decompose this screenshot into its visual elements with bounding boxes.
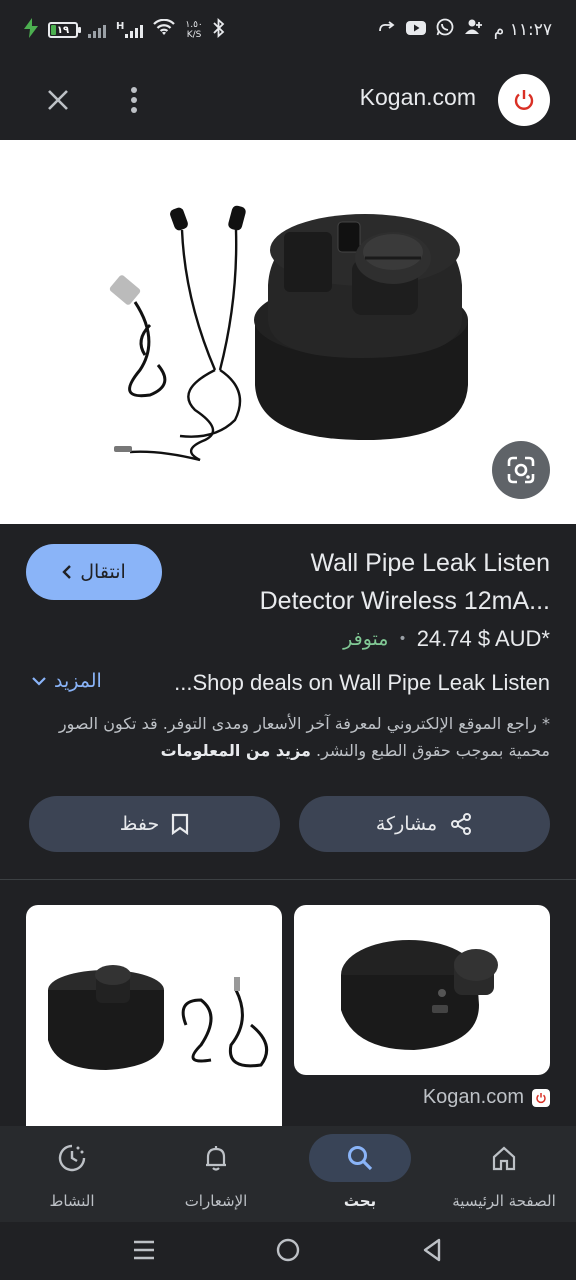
more-label: المزيد bbox=[54, 670, 102, 692]
more-info-link[interactable]: مزيد من المعلومات bbox=[161, 741, 311, 760]
visit-button[interactable]: انتقال bbox=[26, 544, 162, 600]
clock-time: ١١:٢٧ م bbox=[493, 19, 552, 40]
home-icon bbox=[492, 1146, 516, 1171]
nav-search-icon-wrap bbox=[309, 1134, 411, 1182]
related-source-logo bbox=[532, 1088, 550, 1107]
lens-icon bbox=[507, 456, 535, 484]
bluetooth-icon bbox=[213, 17, 225, 42]
related-source[interactable]: Kogan.com bbox=[423, 1086, 550, 1109]
charging-icon bbox=[24, 18, 38, 42]
nav-activity[interactable]: النشاط bbox=[0, 1126, 144, 1222]
chevron-left-icon bbox=[62, 565, 72, 579]
status-bar: ١٩ H ١.٥٠ K/S ١١:٢٧ م bbox=[0, 0, 576, 60]
bookmark-icon bbox=[172, 813, 189, 835]
home-circle-icon bbox=[276, 1238, 300, 1262]
bell-icon bbox=[206, 1146, 226, 1171]
google-lens-button[interactable] bbox=[492, 441, 550, 499]
nav-home-label: الصفحة الرئيسية bbox=[452, 1192, 556, 1210]
link-notification-icon bbox=[378, 20, 396, 40]
person-add-icon bbox=[464, 18, 484, 41]
recents-icon bbox=[134, 1240, 154, 1260]
system-navigation bbox=[0, 1222, 576, 1280]
speed-unit: K/S bbox=[186, 30, 202, 40]
nav-notifications[interactable]: الإشعارات bbox=[144, 1126, 288, 1222]
section-divider bbox=[0, 879, 576, 880]
more-options-button[interactable] bbox=[114, 80, 154, 120]
close-button[interactable] bbox=[38, 80, 78, 120]
signal-bars-sim2-icon bbox=[125, 22, 144, 38]
nav-activity-label: النشاط bbox=[49, 1192, 95, 1210]
save-label: حفظ bbox=[119, 813, 160, 835]
youtube-icon bbox=[405, 20, 426, 40]
related-image-2 bbox=[48, 965, 269, 1070]
share-icon bbox=[451, 813, 472, 835]
power-logo-icon bbox=[536, 1092, 546, 1103]
speed-value: ١.٥٠ bbox=[185, 20, 203, 30]
product-title: Wall Pipe Leak Listen ...Detector Wirele… bbox=[220, 544, 550, 620]
power-logo-icon bbox=[514, 90, 534, 110]
share-button[interactable]: مشاركة bbox=[299, 796, 550, 852]
product-title-line2: ...Detector Wireless 12mA bbox=[259, 587, 550, 615]
back-button[interactable] bbox=[412, 1232, 452, 1268]
app-bar: Kogan.com bbox=[0, 60, 576, 140]
site-title: Kogan.com bbox=[359, 84, 476, 110]
chevron-down-icon bbox=[32, 677, 46, 686]
battery-level: ١٩ bbox=[56, 24, 70, 36]
close-icon bbox=[48, 90, 68, 110]
recents-button[interactable] bbox=[124, 1232, 164, 1268]
deals-text: ...Shop deals on Wall Pipe Leak Listen bbox=[174, 670, 550, 695]
price: 24.74 $ AUD* bbox=[416, 626, 550, 651]
status-left: ١٩ H ١.٥٠ K/S bbox=[24, 17, 225, 42]
site-logo[interactable] bbox=[498, 74, 550, 126]
search-icon bbox=[348, 1146, 373, 1171]
share-label: مشاركة bbox=[375, 813, 438, 835]
bottom-navigation: الصفحة الرئيسية بحث الإشعارات النشاط bbox=[0, 1126, 576, 1222]
network-speed: ١.٥٠ K/S bbox=[185, 20, 202, 40]
nav-home-icon-wrap bbox=[453, 1134, 555, 1182]
status-right: ١١:٢٧ م bbox=[378, 18, 552, 41]
battery-icon: ١٩ bbox=[48, 22, 81, 38]
related-source-name: Kogan.com bbox=[422, 1086, 524, 1108]
wifi-icon bbox=[153, 18, 176, 41]
visit-label: انتقال bbox=[80, 561, 126, 583]
nav-notifications-label: الإشعارات bbox=[184, 1192, 248, 1210]
nav-search[interactable]: بحث bbox=[288, 1126, 432, 1222]
separator-dot: • bbox=[398, 631, 407, 647]
related-card-2[interactable] bbox=[26, 905, 282, 1145]
nav-search-label: بحث bbox=[343, 1192, 377, 1210]
nav-activity-icon-wrap bbox=[21, 1134, 123, 1182]
activity-icon bbox=[58, 1144, 86, 1172]
network-type: H bbox=[116, 21, 125, 32]
availability: متوفر bbox=[343, 628, 389, 650]
related-card-1[interactable] bbox=[294, 905, 550, 1075]
save-button[interactable]: حفظ bbox=[29, 796, 280, 852]
home-button[interactable] bbox=[268, 1232, 308, 1268]
price-row: 24.74 $ AUD* • متوفر bbox=[343, 626, 550, 652]
product-image[interactable] bbox=[0, 140, 576, 524]
product-illustration bbox=[109, 205, 468, 462]
deals-row: ...Shop deals on Wall Pipe Leak Listen ا… bbox=[26, 670, 550, 702]
battery-fill bbox=[51, 25, 56, 35]
more-button[interactable]: المزيد bbox=[32, 670, 102, 692]
whatsapp-icon bbox=[436, 18, 454, 41]
signal-sim2: H bbox=[116, 21, 144, 38]
signal-bars-sim1-icon bbox=[88, 22, 106, 38]
back-triangle-icon bbox=[423, 1238, 441, 1262]
product-title-line1: Wall Pipe Leak Listen bbox=[310, 549, 550, 577]
more-vert-icon bbox=[131, 87, 137, 113]
related-image-1 bbox=[341, 940, 498, 1050]
disclaimer: * راجع الموقع الإلكتروني لمعرفة آخر الأس… bbox=[26, 710, 550, 764]
nav-notifications-icon-wrap bbox=[165, 1134, 267, 1182]
nav-home[interactable]: الصفحة الرئيسية bbox=[432, 1126, 576, 1222]
screen: ١٩ H ١.٥٠ K/S ١١:٢٧ م Kogan.com Wall Pip… bbox=[0, 0, 576, 1280]
